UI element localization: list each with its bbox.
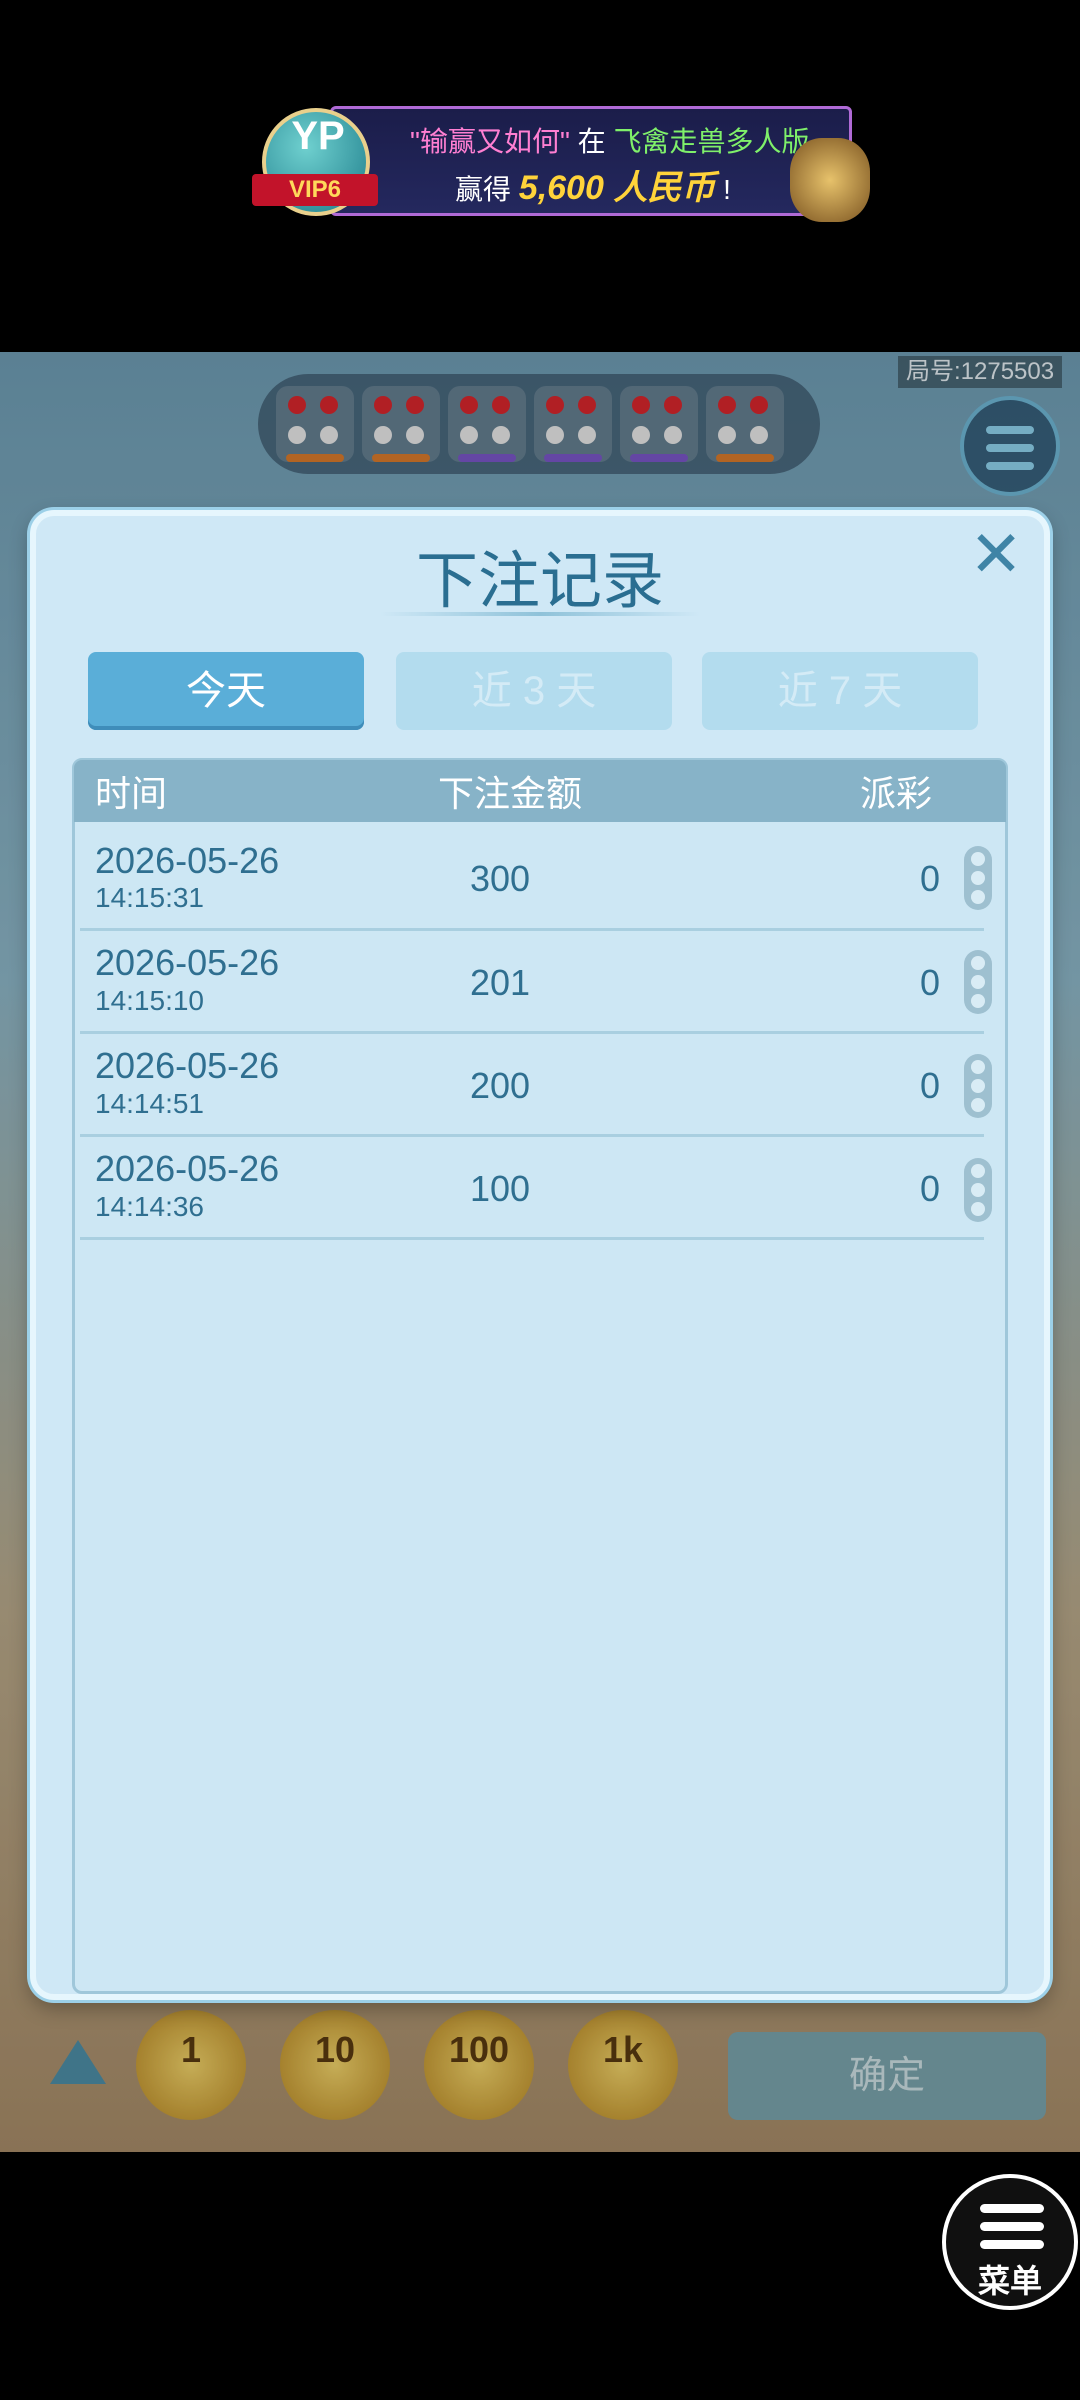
row-payout: 0 xyxy=(919,962,940,1003)
banner-reward: 赢得 5,600 人民币 ! xyxy=(455,160,731,209)
row-amount: 300 xyxy=(470,858,531,899)
row-time: 14:14:36 xyxy=(95,1191,204,1222)
row-payout: 0 xyxy=(919,1168,940,1209)
treasure-chest-icon xyxy=(790,138,870,222)
row-time: 14:15:10 xyxy=(95,985,204,1016)
more-options-icon[interactable] xyxy=(964,846,992,910)
row-date: 2026-05-26 xyxy=(95,1148,280,1189)
column-header-time: 时间 xyxy=(95,773,168,814)
row-time: 14:14:51 xyxy=(95,1088,204,1119)
menu-label: 菜单 xyxy=(977,2263,1042,2299)
more-options-icon[interactable] xyxy=(964,950,992,1014)
tab-7-days[interactable]: 近 7 天 xyxy=(702,652,978,730)
row-amount: 201 xyxy=(470,962,531,1003)
column-header-amount: 下注金额 xyxy=(438,773,583,814)
column-header-payout: 派彩 xyxy=(860,773,933,814)
dialog-title: 下注记录 xyxy=(415,547,664,616)
banner-suffix: ! xyxy=(723,174,731,205)
banner-mid: 在 xyxy=(577,126,606,157)
tab-3-days[interactable]: 近 3 天 xyxy=(396,652,672,730)
banner-amount: 5,600 人民币 xyxy=(518,169,716,207)
row-amount: 200 xyxy=(470,1065,531,1106)
close-icon[interactable]: ✕ xyxy=(966,522,1026,586)
row-date: 2026-05-26 xyxy=(95,840,280,881)
banner-quote: "输赢又如何" xyxy=(410,126,570,157)
row-time: 14:15:31 xyxy=(95,882,204,913)
vip-logo-text: YP xyxy=(291,114,345,158)
tab-today[interactable]: 今天 xyxy=(88,652,364,730)
vip-level-ribbon: VIP6 xyxy=(252,174,378,206)
row-amount: 100 xyxy=(470,1168,531,1209)
more-options-icon[interactable] xyxy=(964,1158,992,1222)
row-date: 2026-05-26 xyxy=(95,1045,280,1086)
banner-headline: "输赢又如何" 在 飞禽走兽多人版 xyxy=(410,120,809,160)
row-payout: 0 xyxy=(919,858,940,899)
more-options-icon[interactable] xyxy=(964,1054,992,1118)
title-ornament xyxy=(380,612,700,616)
banner-game-name: 飞禽走兽多人版 xyxy=(613,126,810,157)
banner-win-prefix: 赢得 xyxy=(455,174,512,205)
row-date: 2026-05-26 xyxy=(95,942,280,983)
row-payout: 0 xyxy=(919,1065,940,1106)
